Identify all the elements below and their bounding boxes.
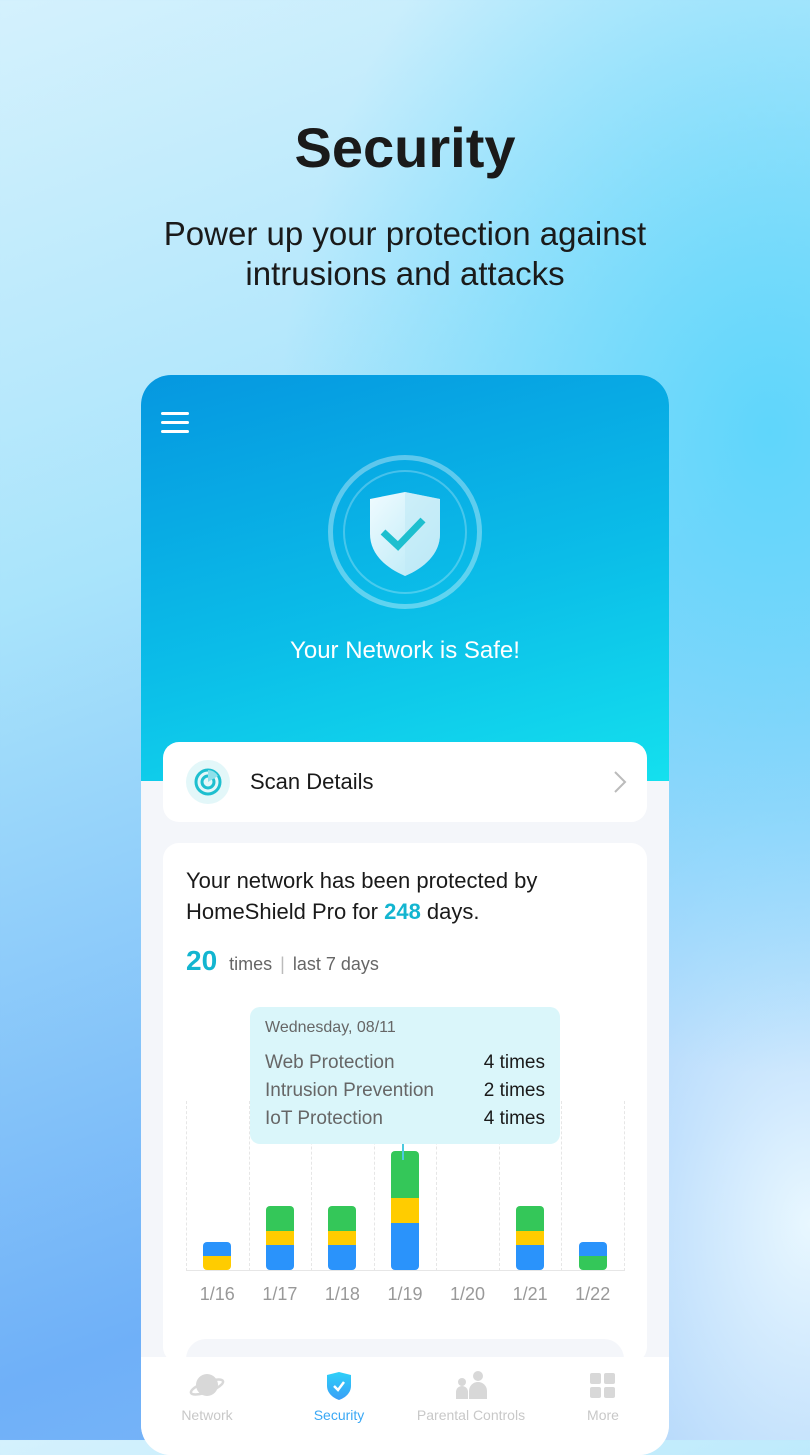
x-tick-label: 1/22: [575, 1284, 611, 1304]
bar-segment: [203, 1256, 232, 1270]
security-hero: Your Network is Safe!: [141, 375, 669, 781]
bar-1/17[interactable]: [265, 1206, 294, 1270]
tab-network[interactable]: Network: [141, 1357, 273, 1455]
bar-segment: [391, 1151, 419, 1198]
promo-subtitle: Power up your protection against intrusio…: [0, 214, 810, 294]
promo-title: Security: [294, 116, 516, 179]
bar-segment: [265, 1206, 294, 1231]
subtitle-line: Power up your protection against: [163, 215, 647, 252]
tab-bar: Network Security Parental Controls More: [141, 1357, 669, 1455]
grid-line: [561, 1101, 563, 1271]
phone-screen: Your Network is Safe! Scan Details Your …: [141, 375, 669, 1455]
x-tick-label: 1/20: [450, 1284, 486, 1304]
tooltip-row: Web Protection 4 times: [265, 1052, 545, 1073]
network-status: Your Network is Safe!: [290, 637, 520, 664]
x-tick-label: 1/17: [262, 1284, 298, 1304]
radar-icon: [186, 760, 230, 804]
tooltip-date: Wednesday, 08/11: [265, 1019, 396, 1036]
grid-line: [624, 1101, 625, 1271]
bar-segment: [391, 1223, 419, 1270]
scan-details-row[interactable]: Scan Details: [163, 742, 647, 822]
family-icon: [456, 1371, 487, 1399]
bar-segment: [516, 1245, 545, 1270]
bar-segment: [328, 1206, 357, 1231]
bar-segment: [265, 1231, 294, 1245]
x-axis: [186, 1270, 624, 1271]
bar-segment: [391, 1198, 419, 1223]
bar-segment: [328, 1231, 357, 1245]
tooltip-row: Intrusion Prevention 2 times: [265, 1080, 545, 1101]
bar-segment: [328, 1245, 357, 1270]
protection-summary-card: Your network has been protected by HomeS…: [163, 843, 647, 1363]
shield-check-icon: [370, 492, 440, 576]
tab-more[interactable]: More: [537, 1357, 669, 1455]
x-tick-label: 1/18: [324, 1284, 360, 1304]
bar-1/16[interactable]: [203, 1242, 232, 1270]
chevron-right-icon: [614, 771, 627, 793]
tooltip-pointer: [402, 1144, 404, 1160]
tooltip-row: IoT Protection 4 times: [265, 1108, 545, 1129]
bar-1/22[interactable]: [578, 1242, 607, 1270]
grid-line: [186, 1101, 187, 1271]
x-tick-label: 1/19: [387, 1284, 423, 1304]
bar-segment: [578, 1242, 607, 1256]
bar-1/19[interactable]: [391, 1151, 419, 1270]
menu-icon[interactable]: [161, 412, 189, 434]
scan-details-label: Scan Details: [250, 769, 374, 794]
bar-segment: [203, 1242, 232, 1256]
bar-1/18[interactable]: [328, 1206, 357, 1270]
bar-1/21[interactable]: [516, 1206, 545, 1270]
bar-segment: [516, 1206, 545, 1231]
bar-segment: [265, 1245, 294, 1270]
chart-tooltip: Wednesday, 08/11 Web Protection 4 times I…: [250, 1007, 560, 1144]
tab-security[interactable]: Security: [273, 1357, 405, 1455]
grid-icon: [590, 1373, 615, 1398]
x-tick-label: 1/21: [512, 1284, 548, 1304]
x-tick-label: 1/16: [199, 1284, 235, 1304]
tab-parental-controls[interactable]: Parental Controls: [405, 1357, 537, 1455]
bar-segment: [578, 1256, 607, 1270]
planet-icon: [189, 1374, 225, 1396]
bar-segment: [516, 1231, 545, 1245]
subtitle-line: intrusions and attacks: [245, 255, 565, 292]
shield-check-icon: [327, 1372, 351, 1400]
